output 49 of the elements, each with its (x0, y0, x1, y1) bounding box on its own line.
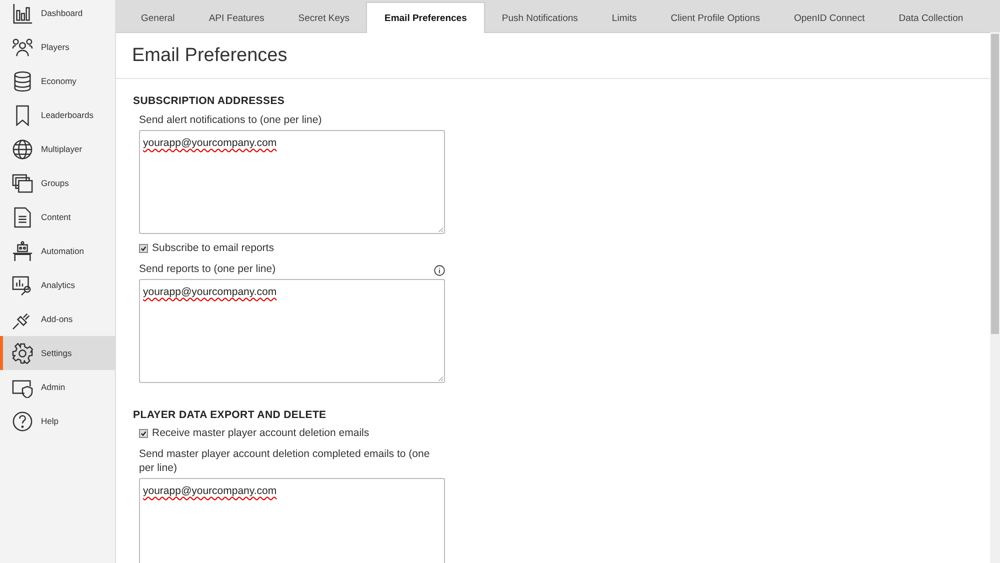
tab[interactable]: Email Preferences (366, 2, 485, 33)
tab[interactable]: Client Profile Options (654, 3, 777, 32)
stack-icon (12, 172, 33, 194)
field-label: Send reports to (one per line) (139, 262, 276, 276)
sidebar-item[interactable]: Multiplayer (0, 132, 115, 166)
tab[interactable]: Secret Keys (281, 3, 366, 32)
coins-icon (12, 70, 33, 92)
email-field[interactable]: yourapp@yourcompany.com (139, 130, 445, 234)
field-label: Send alert notifications to (one per line) (139, 113, 322, 127)
globe-icon (12, 138, 33, 160)
settings-icon (12, 342, 33, 364)
sidebar-item[interactable]: Groups (0, 166, 115, 200)
section-heading: SUBSCRIPTION ADDRESSES (133, 95, 286, 107)
checkbox-label: Receive master player account deletion emails (152, 427, 370, 439)
sidebar-item[interactable]: Economy (0, 64, 115, 98)
tab[interactable]: API Features (192, 3, 282, 32)
page-title: Email Preferences (116, 33, 990, 79)
chart-icon (12, 2, 33, 24)
checkbox[interactable] (139, 428, 148, 438)
sidebar-item[interactable]: Help (0, 404, 115, 438)
sidebar-item[interactable]: Automation (0, 234, 115, 268)
sidebar-item[interactable]: Leaderboards (0, 98, 115, 132)
tab[interactable]: General (124, 3, 192, 32)
sidebar-item[interactable]: Analytics (0, 268, 115, 302)
checkbox-label: Subscribe to email reports (152, 242, 274, 254)
checkbox[interactable] (139, 244, 148, 252)
scrollbar[interactable] (990, 32, 1000, 563)
email-field[interactable]: yourapp@yourcompany.com (139, 478, 445, 563)
tab[interactable]: OpenID Connect (776, 3, 882, 32)
field-label: Send master player account deletion completed emails to (one per line) (139, 447, 431, 475)
sidebar-item[interactable]: Players (0, 30, 115, 64)
analytics-icon (12, 274, 33, 296)
tab[interactable]: Limits (594, 3, 654, 32)
tab[interactable]: Push Notifications (484, 3, 595, 32)
help-icon (12, 410, 33, 432)
document-icon (12, 206, 33, 228)
resize-grip-icon[interactable] (438, 376, 443, 381)
resize-grip-icon[interactable] (438, 227, 443, 232)
sidebar-item[interactable]: Content (0, 200, 115, 234)
sidebar-item[interactable]: Settings (0, 336, 115, 370)
email-field[interactable]: yourapp@yourcompany.com (139, 279, 445, 383)
people-icon (12, 36, 33, 58)
robot-icon (12, 240, 33, 262)
section-heading: PLAYER DATA EXPORT AND DELETE (133, 409, 328, 421)
info-icon[interactable] (434, 265, 445, 276)
sidebar-item[interactable]: Admin (0, 370, 115, 404)
tab[interactable]: Data Collection (882, 3, 980, 32)
sidebar-item[interactable]: Add-ons (0, 302, 115, 336)
sidebar-item[interactable]: Dashboard (0, 0, 115, 30)
